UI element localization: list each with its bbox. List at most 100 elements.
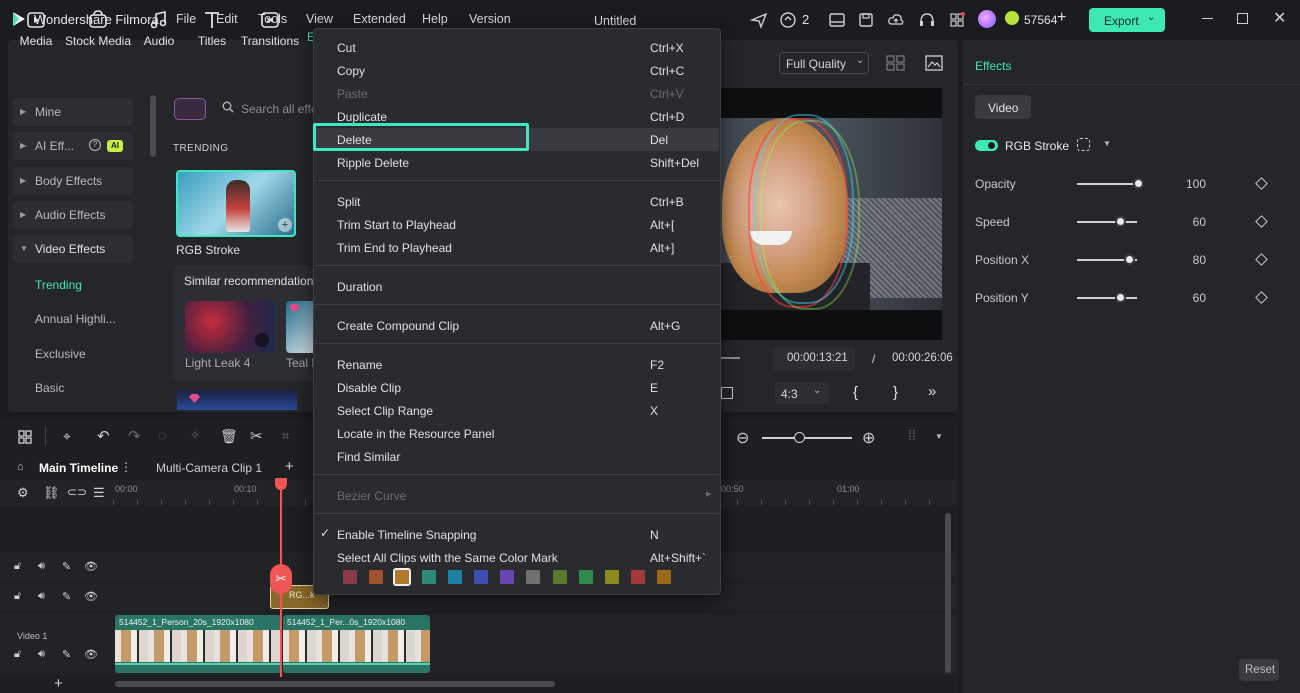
param-slider[interactable]: [1077, 221, 1137, 223]
tab-audio[interactable]: Audio: [141, 5, 177, 48]
menu-item-enable-timeline-snapping[interactable]: Enable Timeline Snapping N ✓: [314, 523, 719, 546]
menu-item-trim-end-to-playhead[interactable]: Trim End to Playhead Alt+]: [314, 236, 719, 259]
grid-view-icon[interactable]: [886, 55, 906, 71]
notification-icon[interactable]: [779, 11, 797, 29]
apps-grid-icon[interactable]: [948, 11, 966, 29]
menu-item-ripple-delete[interactable]: Ripple Delete Shift+Del: [314, 151, 719, 174]
video-clip[interactable]: 514452_1_Per...0s_1920x1080: [283, 615, 430, 673]
scissors-icon[interactable]: ✂: [250, 427, 263, 445]
category-ai-effects[interactable]: ▶ AI Eff... ? AI: [13, 132, 133, 160]
category-audio-effects[interactable]: ▶ Audio Effects: [13, 201, 133, 229]
menu-item-duration[interactable]: Duration: [314, 275, 719, 298]
reset-button[interactable]: Reset: [1239, 659, 1279, 681]
magic-wand-icon[interactable]: ✎: [62, 560, 71, 573]
sidebar-scrollbar[interactable]: [150, 95, 156, 157]
magic-wand-icon[interactable]: ✎: [62, 648, 71, 661]
add-track-icon[interactable]: +: [54, 675, 63, 692]
color-mark-swatch[interactable]: [578, 570, 593, 584]
export-button[interactable]: Export ⌄: [1089, 8, 1165, 32]
eye-icon[interactable]: 👁︎: [84, 648, 98, 661]
volume-icon[interactable]: 🔊︎: [38, 648, 45, 661]
download-icon[interactable]: [255, 333, 269, 347]
zoom-out-icon[interactable]: ⊖: [736, 428, 749, 448]
subcategory-basic[interactable]: Basic: [35, 381, 64, 395]
lock-icon[interactable]: 🔓︎: [14, 590, 21, 603]
volume-icon[interactable]: 🔊︎: [38, 560, 45, 573]
undo-icon[interactable]: ↶: [97, 427, 110, 445]
effect-thumbnail-light-leak[interactable]: [185, 301, 275, 353]
mark-out-icon[interactable]: }: [893, 384, 898, 401]
split-scissors-icon[interactable]: ✂: [270, 564, 292, 594]
zoom-in-icon[interactable]: ⊕: [862, 428, 875, 448]
delete-trash-icon[interactable]: 🗑: [220, 428, 238, 445]
crop-icon[interactable]: ⌗: [282, 428, 289, 444]
color-mark-swatch[interactable]: [343, 570, 357, 584]
more-options-icon[interactable]: ⋮: [120, 460, 132, 474]
eye-icon[interactable]: 👁︎: [84, 590, 98, 603]
effects-panel-title[interactable]: Effects: [975, 59, 1011, 73]
menu-item-split[interactable]: Split Ctrl+B: [314, 190, 719, 213]
effect-mask-icon[interactable]: [1077, 138, 1090, 151]
color-mark-swatch[interactable]: [393, 568, 412, 586]
param-slider-knob[interactable]: [1115, 216, 1126, 227]
send-icon[interactable]: [749, 11, 768, 30]
color-mark-swatch[interactable]: [474, 570, 488, 584]
subcategory-trending[interactable]: Trending: [35, 278, 82, 292]
track-manager-icon[interactable]: ☰: [93, 485, 105, 501]
auto-reframe-icon[interactable]: ◌: [158, 427, 166, 443]
menu-help[interactable]: Help: [422, 12, 448, 26]
param-slider[interactable]: [1077, 183, 1137, 185]
video-clip[interactable]: 514452_1_Person_20s_1920x1080: [115, 615, 281, 673]
layout-icon[interactable]: [828, 11, 846, 29]
color-mark-swatch[interactable]: [552, 570, 567, 584]
menu-item-copy[interactable]: Copy Ctrl+C: [314, 59, 719, 82]
redo-icon[interactable]: ↷: [128, 427, 141, 445]
param-value[interactable]: 80: [1166, 253, 1206, 267]
tab-stock-media[interactable]: Stock Media: [64, 5, 132, 48]
effect-thumbnail-more[interactable]: [177, 390, 297, 410]
menu-extended[interactable]: Extended: [353, 12, 406, 26]
link-icon[interactable]: ⊂⊃: [67, 485, 87, 499]
menu-item-locate-in-the-resource-panel[interactable]: Locate in the Resource Panel: [314, 422, 719, 445]
timeline-vscrollbar[interactable]: [945, 513, 951, 673]
color-mark-swatch[interactable]: [500, 570, 515, 584]
dropdown-arrow-icon[interactable]: ▼: [1103, 139, 1111, 148]
close-icon[interactable]: ✕: [1273, 8, 1286, 28]
menu-item-duplicate[interactable]: Duplicate Ctrl+D: [314, 105, 719, 128]
avatar[interactable]: [978, 10, 996, 28]
category-body-effects[interactable]: ▶ Body Effects: [13, 167, 133, 195]
menu-item-cut[interactable]: Cut Ctrl+X: [314, 36, 719, 59]
eye-icon[interactable]: 👁︎: [84, 560, 98, 573]
color-mark-swatch[interactable]: [447, 570, 462, 584]
track-options-icon[interactable]: ⁞⁞: [908, 427, 916, 443]
color-mark-swatch[interactable]: [631, 570, 646, 584]
help-icon[interactable]: ?: [89, 139, 101, 151]
category-mine[interactable]: ▶ Mine: [13, 98, 133, 126]
quality-select[interactable]: Full Quality ⌄: [779, 52, 869, 74]
volume-icon[interactable]: 🔊︎: [38, 590, 45, 603]
fullscreen-chevrons-icon[interactable]: »: [928, 383, 936, 400]
zoom-slider-knob[interactable]: [794, 432, 805, 443]
playhead-handle[interactable]: [275, 478, 287, 490]
menu-item-rename[interactable]: Rename F2: [314, 353, 719, 376]
save-icon[interactable]: [857, 11, 875, 29]
color-mark-swatch[interactable]: [369, 570, 384, 584]
layout-grid-icon[interactable]: [18, 430, 32, 444]
effect-thumbnail-rgb-stroke[interactable]: +: [176, 170, 296, 237]
dropdown-arrow-icon[interactable]: ▼: [935, 432, 943, 441]
subcategory-exclusive[interactable]: Exclusive: [35, 347, 86, 361]
zoom-slider[interactable]: [762, 437, 852, 439]
current-time-field[interactable]: 00:00:13:21: [773, 347, 855, 371]
filter-toggle-icon[interactable]: [174, 98, 206, 120]
tab-transitions[interactable]: Transitions: [240, 5, 300, 48]
unlink-icon[interactable]: ⛓: [43, 485, 60, 501]
add-credits-icon[interactable]: +: [1057, 9, 1066, 27]
add-icon[interactable]: +: [278, 218, 292, 232]
search-input[interactable]: Search all effe: [241, 102, 313, 116]
preview-progress[interactable]: [720, 357, 740, 359]
color-mark-swatch[interactable]: [657, 570, 672, 584]
subcategory-annual-highlights[interactable]: Annual Highli...: [35, 312, 116, 326]
lock-icon[interactable]: 🔓︎: [14, 560, 21, 573]
effect-thumbnail-teal[interactable]: [286, 301, 316, 353]
add-tab-icon[interactable]: +: [285, 458, 294, 475]
